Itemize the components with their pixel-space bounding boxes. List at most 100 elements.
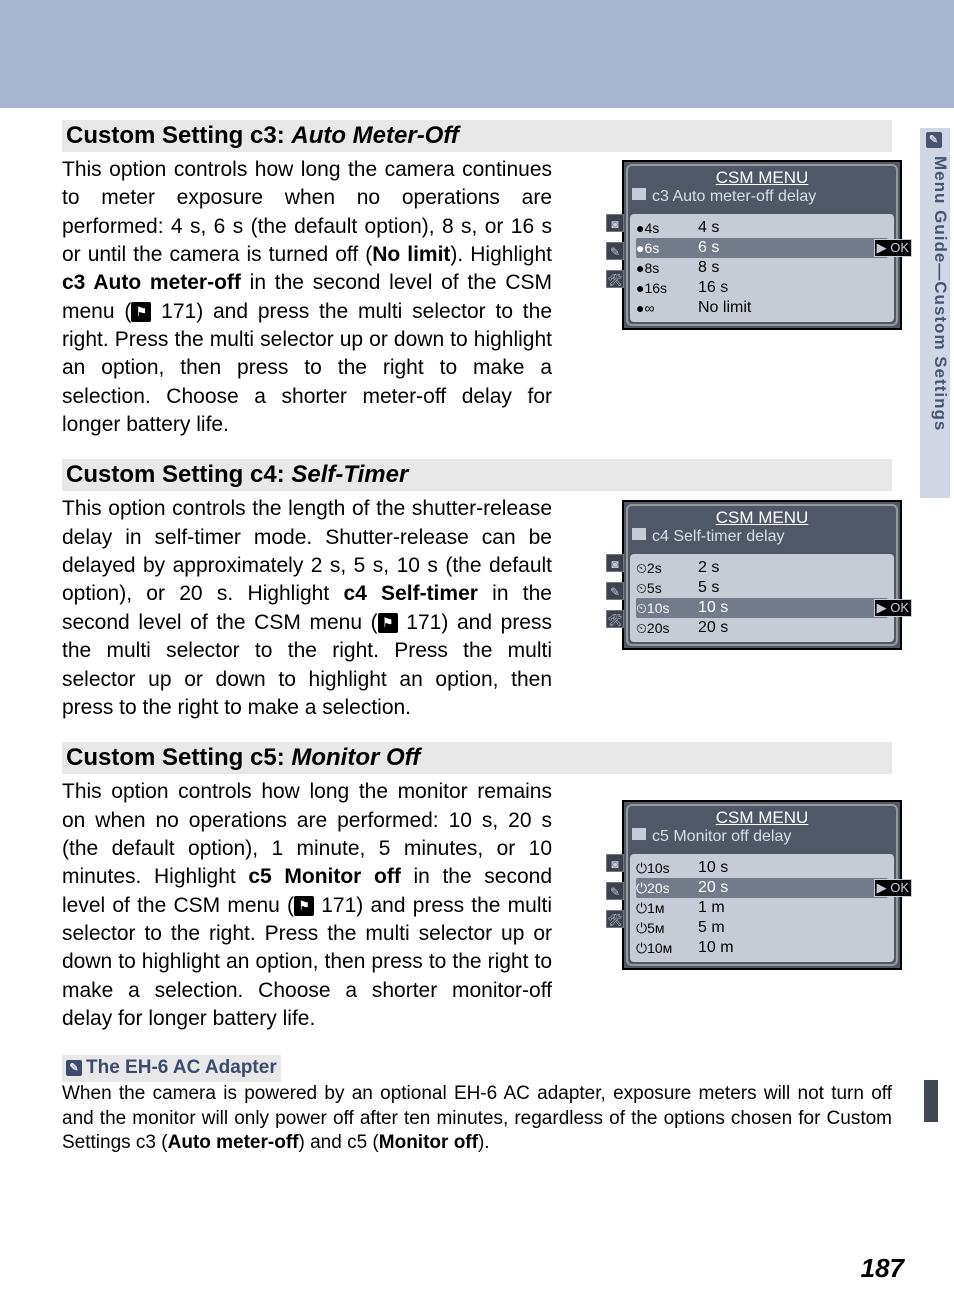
- csm-rows-c5: ⏻10s10 s⏻20s20 s▶ OK⏻1ᴍ1 m⏻5ᴍ5 m⏻10ᴍ10 m: [630, 854, 894, 962]
- csm-row-label: 8 s: [678, 259, 888, 277]
- page-ref: 171: [161, 300, 196, 323]
- csm-row-label: 5 s: [678, 579, 888, 597]
- camera-icon: ◙: [606, 854, 624, 872]
- csm-row-icon: ⏲10s: [636, 600, 678, 617]
- csm-subtitle: c3 Auto meter-off delay: [628, 188, 896, 212]
- csm-row-icon: ●∞: [636, 300, 678, 316]
- side-tab-label: Menu Guide—Custom Settings: [931, 156, 950, 431]
- csm-row-icon: ●6s: [636, 240, 678, 256]
- csm-row-icon: ⏻5ᴍ: [636, 920, 678, 937]
- csm-row-icon: ●8s: [636, 260, 678, 276]
- csm-row-label: 20 s: [678, 879, 888, 897]
- csm-row-label: 6 s: [678, 239, 888, 257]
- csm-row: ●4s4 s: [636, 218, 888, 238]
- wrench-icon: 🛠: [606, 270, 624, 288]
- text: ).: [478, 1132, 490, 1153]
- heading-c4-italic: Self-Timer: [291, 461, 408, 488]
- csm-row-icon: ⏻1ᴍ: [636, 900, 678, 917]
- play-icon: [632, 528, 646, 540]
- csm-row-label: 4 s: [678, 219, 888, 237]
- pencil-icon: ✎: [606, 242, 624, 260]
- csm-rows-c3: ●4s4 s●6s6 s▶ OK●8s8 s●16s16 s●∞No limit: [630, 214, 894, 322]
- camera-icon: ◙: [606, 214, 624, 232]
- csm-title: CSM MENU: [628, 166, 896, 188]
- csm-row-icon: ⏻10ᴍ: [636, 940, 678, 957]
- csm-row-icon: ⏲2s: [636, 560, 678, 577]
- csm-menu-c5: ◙ ✎ 🛠 CSM MENU c5 Monitor off delay ⏻10s…: [622, 800, 902, 970]
- csm-row-label: 1 m: [678, 899, 888, 917]
- page-ref-icon: ⚑: [294, 896, 314, 916]
- csm-row-label: No limit: [678, 299, 888, 317]
- note-body: When the camera is powered by an optiona…: [62, 1082, 892, 1156]
- csm-rows-c4: ⏲2s2 s⏲5s5 s⏲10s10 s▶ OK⏲20s20 s: [630, 554, 894, 642]
- csm-row-icon: ●16s: [636, 280, 678, 296]
- csm-row-icon: ⏻20s: [636, 880, 678, 897]
- csm-row: ⏲10s10 s▶ OK: [636, 598, 888, 618]
- csm-row-label: 2 s: [678, 559, 888, 577]
- note-title-text: The EH-6 AC Adapter: [86, 1057, 277, 1078]
- csm-row: ●∞No limit: [636, 298, 888, 318]
- page-ref: 171: [406, 611, 441, 634]
- wrench-icon: 🛠: [606, 610, 624, 628]
- csm-subtitle: c5 Monitor off delay: [628, 828, 896, 852]
- csm-row: ⏻10ᴍ10 m: [636, 938, 888, 958]
- body-c4: This option controls the length of the s…: [62, 495, 552, 722]
- csm-subtitle: c4 Self-timer delay: [628, 528, 896, 552]
- heading-c4-prefix: Custom Setting c4:: [66, 461, 291, 488]
- play-icon: [632, 828, 646, 840]
- csm-side-icons: ◙ ✎ 🛠: [606, 214, 624, 288]
- bold-text: No limit: [372, 243, 450, 266]
- bold-text: c4 Self-timer: [343, 582, 477, 605]
- heading-c5-italic: Monitor Off: [291, 744, 420, 771]
- csm-menu-c3: ◙ ✎ 🛠 CSM MENU c3 Auto meter-off delay ●…: [622, 160, 902, 330]
- note-title: ✎The EH-6 AC Adapter: [62, 1055, 281, 1082]
- ok-indicator: ▶ OK: [874, 879, 912, 897]
- csm-row-label: 10 s: [678, 599, 888, 617]
- heading-c3: Custom Setting c3: Auto Meter-Off: [62, 120, 892, 152]
- csm-title: CSM MENU: [628, 506, 896, 528]
- pencil-icon: ✎: [926, 132, 942, 148]
- csm-row-label: 16 s: [678, 279, 888, 297]
- csm-row-icon: ⏲5s: [636, 580, 678, 597]
- body-c3: This option controls how long the camera…: [62, 156, 552, 439]
- bold-text: c5 Monitor off: [248, 865, 400, 888]
- ok-indicator: ▶ OK: [874, 239, 912, 257]
- csm-row: ⏻10s10 s: [636, 858, 888, 878]
- body-c5: This option controls how long the monito…: [62, 778, 552, 1033]
- heading-c4: Custom Setting c4: Self-Timer: [62, 459, 892, 491]
- csm-row: ●8s8 s: [636, 258, 888, 278]
- csm-row: ●16s16 s: [636, 278, 888, 298]
- play-icon: [632, 188, 646, 200]
- csm-row: ●6s6 s▶ OK: [636, 238, 888, 258]
- page-ref-icon: ⚑: [378, 613, 398, 633]
- csm-row: ⏻5ᴍ5 m: [636, 918, 888, 938]
- csm-row-label: 10 m: [678, 939, 888, 957]
- page-edge-marker: [924, 1080, 938, 1122]
- csm-side-icons: ◙ ✎ 🛠: [606, 854, 624, 928]
- csm-row: ⏲20s20 s: [636, 618, 888, 638]
- csm-row-icon: ●4s: [636, 220, 678, 236]
- pencil-icon: ✎: [606, 582, 624, 600]
- bold-text: Auto meter-off: [168, 1132, 299, 1153]
- csm-menu-c4: ◙ ✎ 🛠 CSM MENU c4 Self-timer delay ⏲2s2 …: [622, 500, 902, 650]
- bold-text: Monitor off: [379, 1132, 478, 1153]
- heading-c5: Custom Setting c5: Monitor Off: [62, 742, 892, 774]
- ok-indicator: ▶ OK: [874, 599, 912, 617]
- csm-row-label: 20 s: [678, 619, 888, 637]
- csm-row: ⏲2s2 s: [636, 558, 888, 578]
- note-eh6: ✎The EH-6 AC Adapter When the camera is …: [62, 1055, 892, 1156]
- csm-row-label: 5 m: [678, 919, 888, 937]
- text: ) and c5 (: [299, 1132, 379, 1153]
- text: ). Highlight: [450, 243, 552, 266]
- heading-c3-italic: Auto Meter-Off: [291, 122, 459, 149]
- csm-row-label: 10 s: [678, 859, 888, 877]
- page-number: 187: [861, 1253, 904, 1284]
- csm-row: ⏲5s5 s: [636, 578, 888, 598]
- bold-text: c3 Auto meter-off: [62, 271, 241, 294]
- csm-side-icons: ◙ ✎ 🛠: [606, 554, 624, 628]
- pencil-icon: ✎: [66, 1060, 82, 1076]
- pencil-icon: ✎: [606, 882, 624, 900]
- wrench-icon: 🛠: [606, 910, 624, 928]
- csm-row-icon: ⏻10s: [636, 860, 678, 877]
- csm-row: ⏻1ᴍ1 m: [636, 898, 888, 918]
